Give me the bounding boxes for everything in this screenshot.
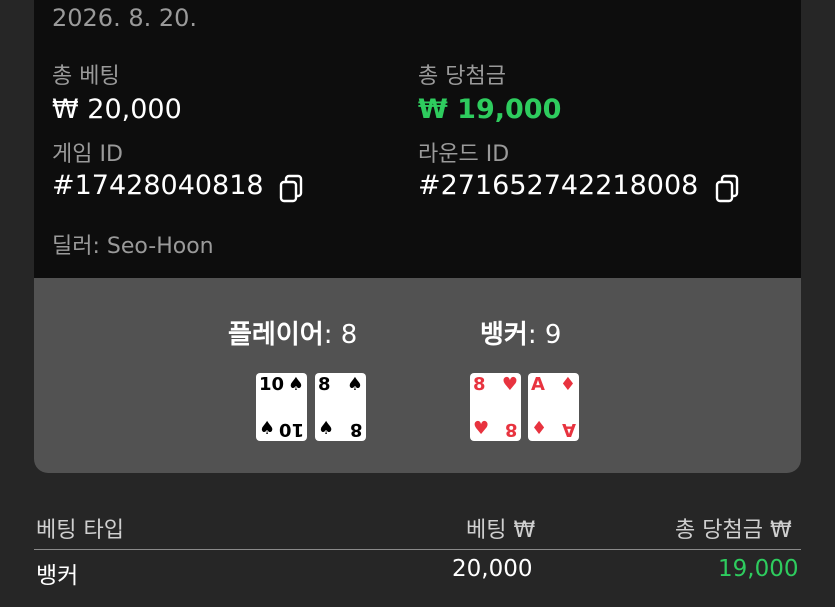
round-date: 2026. 8. 20. [52,4,198,32]
banker-hand-title: 뱅커: 9 [480,314,561,351]
hands-panel: 플레이어: 8 뱅커: 9 10 ♠ ♠ 10 8 ♠ ♠ 8 8 ♥ ♥ 8 … [34,278,801,473]
card-rank: 10 [278,419,304,440]
player-card-1: 10 ♠ ♠ 10 [256,373,307,441]
player-card-2: 8 ♠ ♠ 8 [315,373,366,441]
diamond-icon: ♦ [531,418,548,439]
table-header-total-win: 총 당첨금 ₩ [675,518,792,543]
round-id-label: 라운드 ID [418,142,510,167]
game-id-label: 게임 ID [52,142,123,167]
player-score: : 8 [323,320,358,350]
card-rank: A [531,374,545,395]
table-row-bet-type: 뱅커 [36,563,79,589]
heart-icon: ♥ [473,418,490,439]
card-rank: 8 [350,419,363,440]
card-rank: 8 [473,374,486,395]
total-bet-value: ₩ 20,000 [52,94,182,125]
card-rank: 8 [505,419,518,440]
spade-icon: ♠ [346,374,363,395]
table-header-bet: 베팅 ₩ [466,518,536,543]
banker-card-1: 8 ♥ ♥ 8 [470,373,521,441]
banker-score: : 9 [527,320,562,350]
round-info-panel: 2026. 8. 20. 총 베팅 ₩ 20,000 총 당첨금 ₩ 19,00… [34,0,801,278]
table-header-bet-type: 베팅 타입 [36,518,124,543]
copy-icon[interactable] [714,174,740,204]
dealer-name: 딜러: Seo-Hoon [52,234,214,259]
table-row-bet: 20,000 [452,556,533,582]
table-divider [34,549,801,550]
banker-card-2: A ♦ ♦ A [528,373,579,441]
card-rank: 10 [259,374,285,395]
banker-label: 뱅커 [480,320,528,350]
heart-icon: ♥ [501,374,518,395]
card-rank: 8 [318,374,331,395]
spade-icon: ♠ [318,418,335,439]
card-rank: A [562,419,576,440]
player-label: 플레이어 [228,320,324,350]
round-id-value: #271652742218008 [418,170,699,201]
spade-icon: ♠ [259,418,276,439]
total-win-label: 총 당첨금 [418,64,506,89]
diamond-icon: ♦ [559,374,576,395]
player-hand-title: 플레이어: 8 [228,314,357,351]
total-bet-label: 총 베팅 [52,64,120,89]
table-row-win: 19,000 [718,556,799,582]
spade-icon: ♠ [287,374,304,395]
total-win-value: ₩ 19,000 [418,94,562,125]
game-id-value: #17428040818 [52,170,264,201]
copy-icon[interactable] [278,174,304,204]
